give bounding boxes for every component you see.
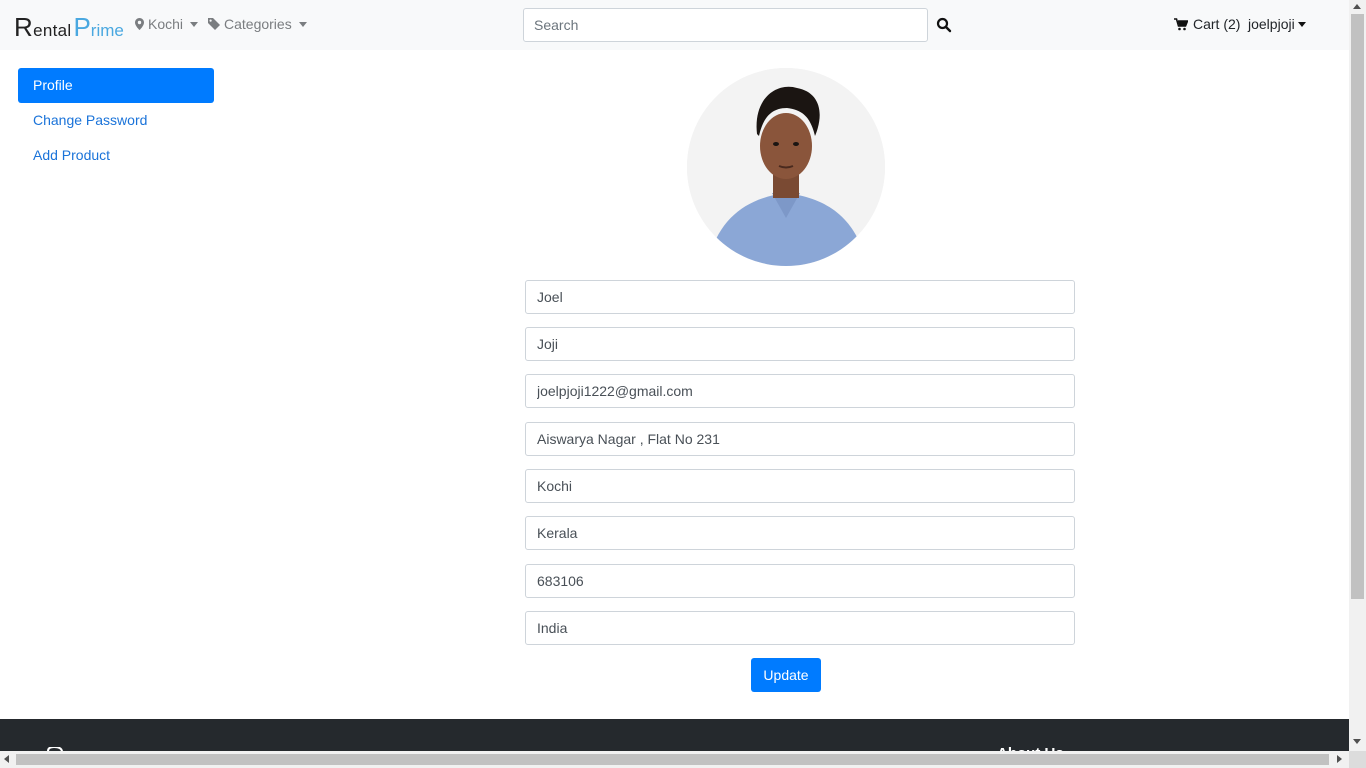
- chevron-down-icon: [298, 21, 307, 27]
- scrollbar-corner: [1349, 751, 1366, 768]
- brand-text-rental: Rental: [14, 12, 72, 42]
- top-navbar: Rental Prime Kochi Categories Cart (2) j…: [0, 0, 1349, 50]
- brand-logo[interactable]: Rental Prime: [14, 11, 124, 41]
- shopping-cart-icon: [1174, 17, 1188, 30]
- vertical-scrollbar[interactable]: [1349, 0, 1366, 751]
- search-input[interactable]: [523, 8, 928, 42]
- brand-text-prime: Prime: [73, 12, 124, 42]
- email-field[interactable]: [525, 374, 1075, 408]
- profile-sidebar: Profile Change Password Add Product: [18, 68, 214, 173]
- profile-avatar: [687, 68, 885, 266]
- state-field[interactable]: [525, 516, 1075, 550]
- cart-label: Cart (2): [1193, 16, 1241, 32]
- scroll-left-icon[interactable]: [4, 755, 9, 763]
- username-label: joelpjoji: [1248, 16, 1295, 32]
- country-field[interactable]: [525, 611, 1075, 645]
- scroll-down-icon[interactable]: [1353, 739, 1361, 744]
- search-icon[interactable]: [936, 17, 952, 33]
- sidebar-item-add-product[interactable]: Add Product: [18, 138, 214, 173]
- categories-dropdown[interactable]: Categories: [208, 16, 307, 32]
- user-dropdown[interactable]: joelpjoji: [1248, 16, 1306, 32]
- avatar-photo: [687, 68, 885, 266]
- tag-icon: [208, 18, 220, 30]
- chevron-down-icon: [190, 21, 199, 27]
- address-field[interactable]: [525, 422, 1075, 456]
- update-button[interactable]: Update: [751, 658, 821, 692]
- cart-link[interactable]: Cart (2): [1174, 16, 1240, 32]
- sidebar-item-change-password[interactable]: Change Password: [18, 103, 214, 138]
- location-label: Kochi: [148, 16, 184, 32]
- city-field[interactable]: [525, 469, 1075, 503]
- first-name-field[interactable]: [525, 280, 1075, 314]
- map-marker-icon: [135, 18, 144, 30]
- location-dropdown[interactable]: Kochi: [135, 16, 199, 32]
- categories-label: Categories: [224, 16, 292, 32]
- pincode-field[interactable]: [525, 564, 1075, 598]
- sidebar-item-profile[interactable]: Profile: [18, 68, 214, 103]
- horizontal-scrollbar[interactable]: [0, 751, 1349, 768]
- last-name-field[interactable]: [525, 327, 1075, 361]
- vertical-scroll-thumb[interactable]: [1351, 14, 1364, 599]
- horizontal-scroll-thumb[interactable]: [16, 754, 1329, 765]
- chevron-down-icon: [1297, 21, 1306, 27]
- scroll-right-icon[interactable]: [1337, 755, 1342, 763]
- scroll-up-icon[interactable]: [1353, 4, 1361, 9]
